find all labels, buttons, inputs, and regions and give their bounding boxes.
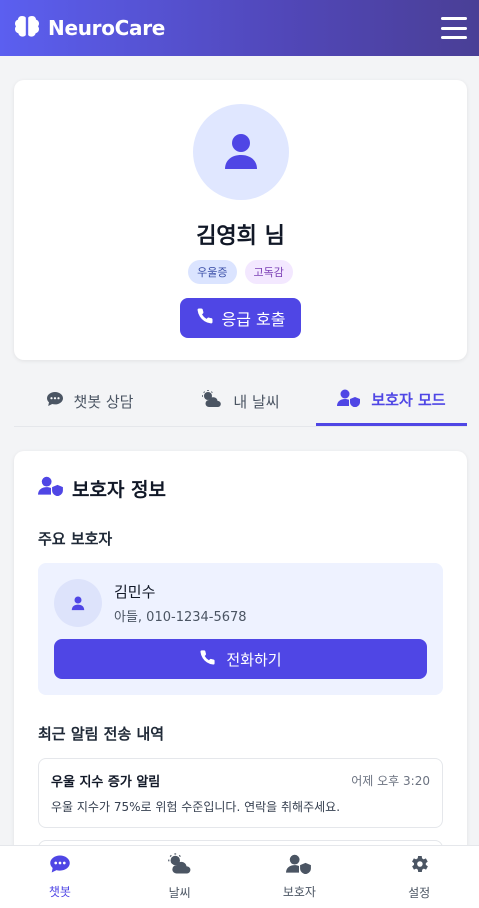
- brain-icon: [14, 14, 40, 42]
- condition-tags: 우울증 고독감: [188, 260, 293, 284]
- nav-guardian[interactable]: 보호자: [240, 846, 360, 908]
- alert-title: 우울 지수 증가 알림: [51, 775, 161, 790]
- alert-history-label: 최근 알림 전송 내역: [38, 725, 165, 743]
- call-guardian-button[interactable]: 전화하기: [54, 639, 427, 679]
- profile-name: 김영희 님: [196, 224, 285, 249]
- tab-weather-label: 내 날씨: [233, 392, 280, 411]
- tab-guardian-label: 보호자 모드: [371, 391, 446, 409]
- tag-loneliness: 고독감: [244, 260, 293, 284]
- tab-bar: 챗봇 상담 내 날씨 보호자 모드: [14, 384, 467, 427]
- tag-depression: 우울증: [188, 260, 237, 284]
- nav-weather-label: 날씨: [168, 886, 191, 900]
- primary-guardian-label: 주요 보호자: [38, 530, 113, 548]
- primary-guardian-row: 김민수 아들, 010-1234-5678: [54, 579, 427, 627]
- chat-icon: [49, 854, 71, 877]
- nav-chatbot[interactable]: 챗봇: [0, 846, 120, 908]
- profile-card: 김영희 님 우울증 고독감 응급 호출: [14, 80, 467, 360]
- alert-item[interactable]: 우울 지수 증가 알림 어제 오후 3:20 우울 지수가 75%로 위험 수준…: [38, 758, 443, 828]
- nav-weather[interactable]: 날씨: [120, 846, 240, 908]
- guardian-info-title: 보호자 정보: [38, 475, 443, 502]
- phone-icon: [196, 307, 214, 329]
- chat-icon: [46, 391, 64, 411]
- brand[interactable]: NeuroCare: [14, 14, 165, 42]
- alert-time: 어제 오후 3:20: [351, 774, 430, 788]
- bottom-nav: 챗봇 날씨 보호자 설정: [0, 845, 479, 908]
- tab-chatbot-label: 챗봇 상담: [73, 392, 134, 411]
- nav-settings-label: 설정: [408, 886, 431, 900]
- alert-message: 우울 지수가 75%로 위험 수준입니다. 연락을 취해주세요.: [51, 800, 341, 814]
- guardian-icon: [38, 476, 64, 501]
- primary-guardian-name: 김민수: [114, 583, 156, 601]
- primary-guardian-detail: 아들, 010-1234-5678: [114, 610, 247, 625]
- gear-icon: [408, 853, 430, 878]
- guardian-info-title-text: 보호자 정보: [72, 479, 167, 501]
- emergency-call-button[interactable]: 응급 호출: [179, 298, 302, 338]
- tab-chatbot[interactable]: 챗봇 상담: [14, 384, 165, 426]
- phone-icon: [199, 649, 216, 670]
- guardian-icon: [286, 854, 312, 877]
- app-header: NeuroCare: [0, 0, 479, 56]
- tab-guardian[interactable]: 보호자 모드: [316, 384, 467, 426]
- call-guardian-label: 전화하기: [226, 650, 282, 669]
- guardian-icon: [337, 389, 361, 411]
- user-icon: [224, 134, 257, 169]
- hamburger-menu-icon[interactable]: [441, 17, 467, 39]
- tab-weather[interactable]: 내 날씨: [165, 384, 316, 426]
- user-icon: [71, 596, 85, 610]
- guardian-info-card: 보호자 정보 주요 보호자 김민수 아들, 010-1234-5678 전화하기…: [14, 451, 467, 871]
- emergency-call-label: 응급 호출: [221, 310, 286, 329]
- weather-icon: [201, 390, 223, 412]
- app-title: NeuroCare: [48, 16, 166, 40]
- nav-settings[interactable]: 설정: [359, 846, 479, 908]
- nav-guardian-label: 보호자: [282, 885, 316, 899]
- nav-chatbot-label: 챗봇: [48, 885, 71, 899]
- avatar: [192, 104, 289, 200]
- weather-icon: [167, 853, 193, 878]
- primary-guardian-box: 김민수 아들, 010-1234-5678 전화하기: [38, 563, 443, 695]
- avatar: [54, 579, 102, 627]
